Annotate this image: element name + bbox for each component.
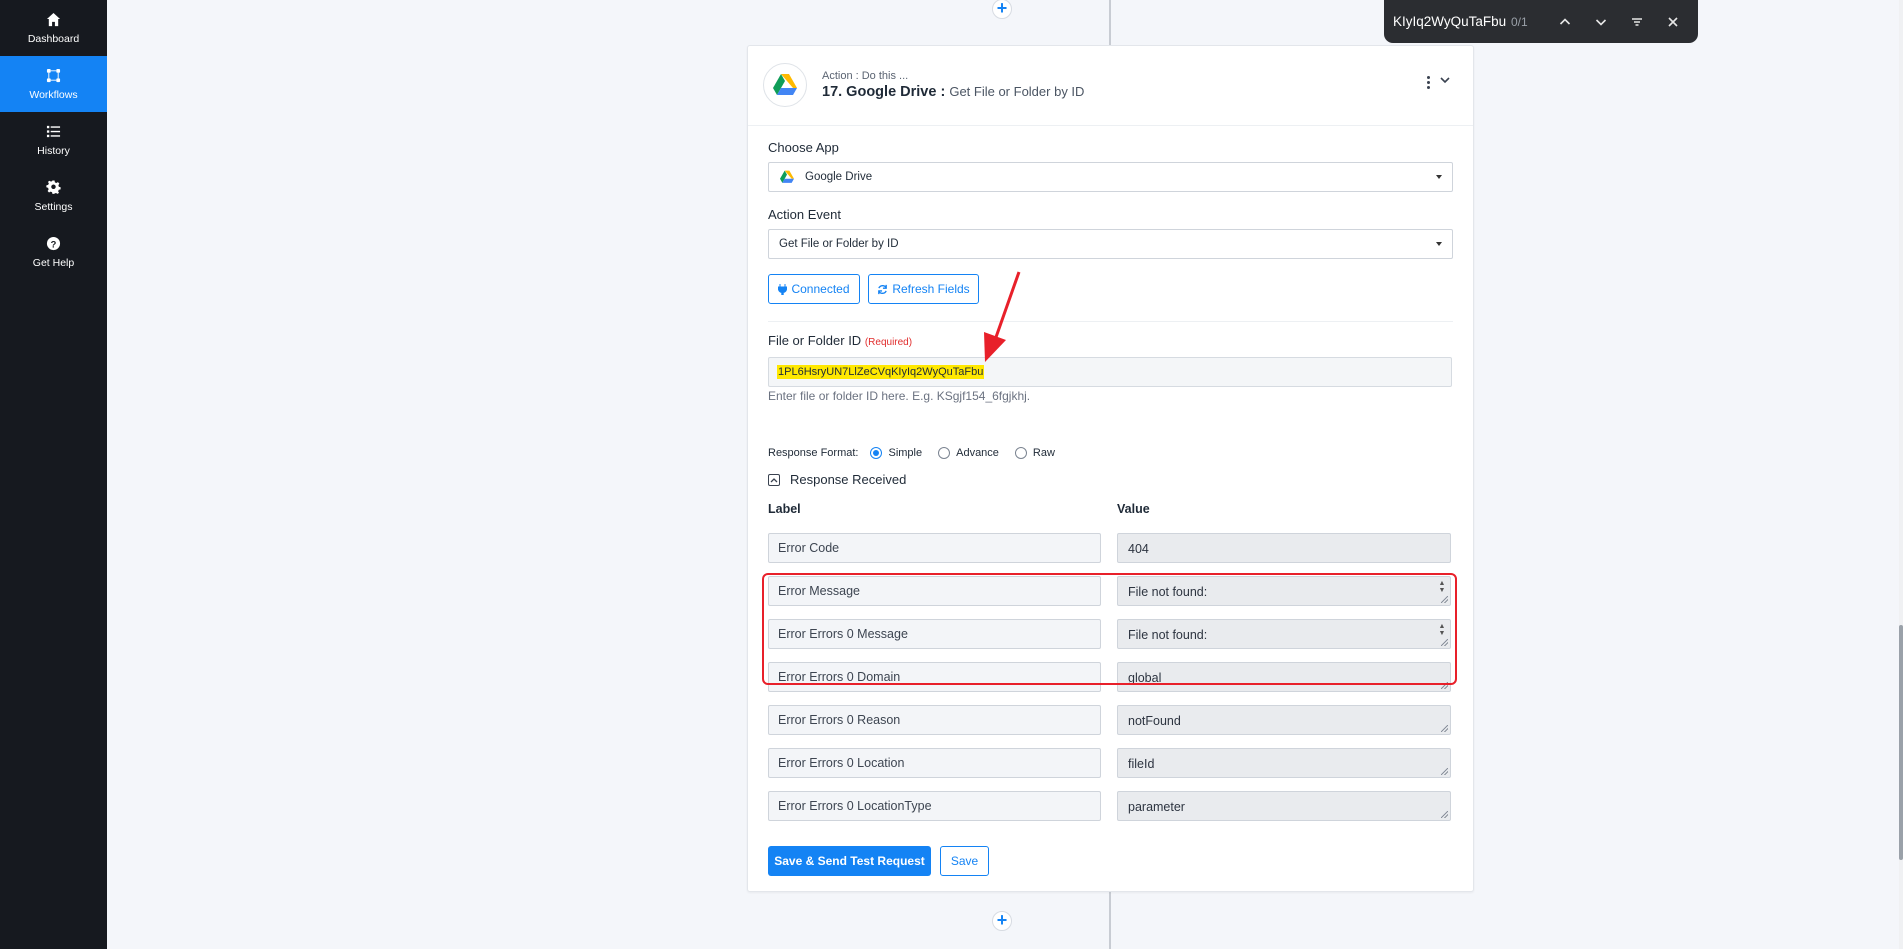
action-event-label: Action Event [768,207,841,222]
action-header[interactable]: Action : Do this ... 17. Google Drive : … [748,46,1473,126]
sidebar-item-get-help[interactable]: ? Get Help [0,224,107,280]
sidebar-item-settings[interactable]: Settings [0,168,107,224]
chevron-up-icon [1559,17,1571,25]
find-match-count: 0/1 [1511,14,1528,29]
sidebar-item-label: History [37,144,70,157]
annotation-highlight-box [762,573,1457,685]
file-id-label: File or Folder ID (Required) [768,333,912,348]
google-drive-logo [763,63,807,107]
find-previous-button[interactable] [1547,7,1583,37]
filter-icon [1632,17,1642,26]
refresh-label: Refresh Fields [892,282,970,296]
action-event-value: Get File or Folder by ID [779,238,899,250]
response-value-text: 404 [1128,542,1149,556]
action-subtitle: Action : Do this ... [822,70,909,82]
chevron-down-icon [1595,18,1607,26]
sidebar: Dashboard Workflows History Settings ? G… [0,0,107,949]
find-close-button[interactable] [1655,7,1691,37]
sidebar-item-label: Dashboard [27,32,80,45]
find-options-button[interactable] [1619,7,1655,37]
response-label-field[interactable]: Error Errors 0 Location [768,748,1101,778]
action-card: Action : Do this ... 17. Google Drive : … [747,45,1474,892]
radio-simple[interactable] [870,447,883,459]
action-event-select[interactable]: Get File or Folder by ID [768,229,1453,259]
caret-down-icon [1436,242,1442,246]
file-id-input[interactable]: 1PL6HsryUN7LlZeCVqKIyIq2WyQuTaFbu [768,357,1452,387]
resize-grip-icon[interactable] [1441,811,1448,818]
refresh-icon [878,284,888,294]
choose-app-label: Choose App [768,140,839,155]
workflow-icon [46,68,61,82]
sidebar-item-dashboard[interactable]: Dashboard [0,0,107,56]
workflow-canvas: + + Action : Do this ... 17. Google Driv… [107,0,1903,949]
page-scrollbar-thumb[interactable] [1899,625,1903,860]
choose-app-select[interactable]: Google Drive [768,162,1453,192]
response-value-text: notFound [1128,714,1181,728]
response-value-field[interactable]: fileId [1117,748,1451,778]
connected-label: Connected [791,282,850,296]
action-event-name: Get File or Folder by ID [949,84,1085,99]
radio-simple-label[interactable]: Simple [888,447,922,459]
file-id-help: Enter file or folder ID here. E.g. KSgjf… [768,389,1031,403]
value-column-header: Value [1117,502,1150,516]
find-bar: KIyIq2WyQuTaFbu 0/1 [1384,0,1698,43]
chevron-down-icon[interactable] [1439,74,1451,86]
close-icon [1668,16,1678,27]
response-value-text: parameter [1128,800,1185,814]
refresh-fields-button[interactable]: Refresh Fields [868,274,979,304]
help-icon: ? [46,236,61,250]
connected-button[interactable]: Connected [768,274,860,304]
radio-raw-label[interactable]: Raw [1033,447,1055,459]
response-label-field[interactable]: Error Errors 0 Reason [768,705,1101,735]
resize-grip-icon[interactable] [1441,768,1448,775]
caret-down-icon [1436,175,1442,179]
find-next-button[interactable] [1583,7,1619,37]
radio-raw[interactable] [1014,447,1027,459]
response-value-field[interactable]: 404 [1117,533,1451,563]
resize-grip-icon[interactable] [1441,725,1448,732]
save-send-test-button[interactable]: Save & Send Test Request [768,846,931,876]
response-label-field[interactable]: Error Code [768,533,1101,563]
list-icon [46,125,61,137]
chevron-up-icon[interactable] [768,473,780,486]
home-icon [46,12,61,26]
label-column-header: Label [768,502,801,516]
radio-advance[interactable] [938,447,951,459]
response-value-field[interactable]: notFound [1117,705,1451,735]
connector-line [1109,0,1111,45]
add-step-button[interactable]: + [992,0,1012,19]
annotation-arrow-icon [984,271,1021,362]
radio-advance-label[interactable]: Advance [956,447,999,459]
response-label-field[interactable]: Error Errors 0 LocationType [768,791,1101,821]
action-title-text: 17. Google Drive : [822,84,946,100]
file-id-value: 1PL6HsryUN7LlZeCVqKIyIq2WyQuTaFbu [777,365,985,379]
response-format-label: Response Format: [768,447,859,459]
google-drive-icon [780,170,794,183]
required-badge: (Required) [864,337,913,348]
sidebar-item-label: Workflows [29,88,78,101]
response-value-field[interactable]: parameter [1117,791,1451,821]
save-button[interactable]: Save [940,846,989,876]
sidebar-item-label: Settings [34,200,73,213]
add-step-button[interactable]: + [992,911,1012,931]
gear-icon [46,180,61,194]
plug-icon [778,283,788,295]
response-format: Response Format: Simple Advance Raw [768,447,1055,459]
more-options-icon[interactable] [1427,76,1431,91]
sidebar-item-label: Get Help [32,256,75,269]
response-value-text: fileId [1128,757,1155,771]
file-id-label-text: File or Folder ID [768,333,862,348]
response-received-toggle[interactable]: Response Received [768,472,906,487]
svg-text:?: ? [51,239,57,249]
choose-app-value: Google Drive [805,171,873,183]
sidebar-item-workflows[interactable]: Workflows [0,56,107,112]
find-query-input[interactable]: KIyIq2WyQuTaFbu [1393,14,1511,29]
response-received-label: Response Received [790,472,907,487]
connector-line [1109,892,1111,949]
sidebar-item-history[interactable]: History [0,112,107,168]
section-divider [768,321,1453,322]
action-title: 17. Google Drive : Get File or Folder by… [822,84,1084,100]
